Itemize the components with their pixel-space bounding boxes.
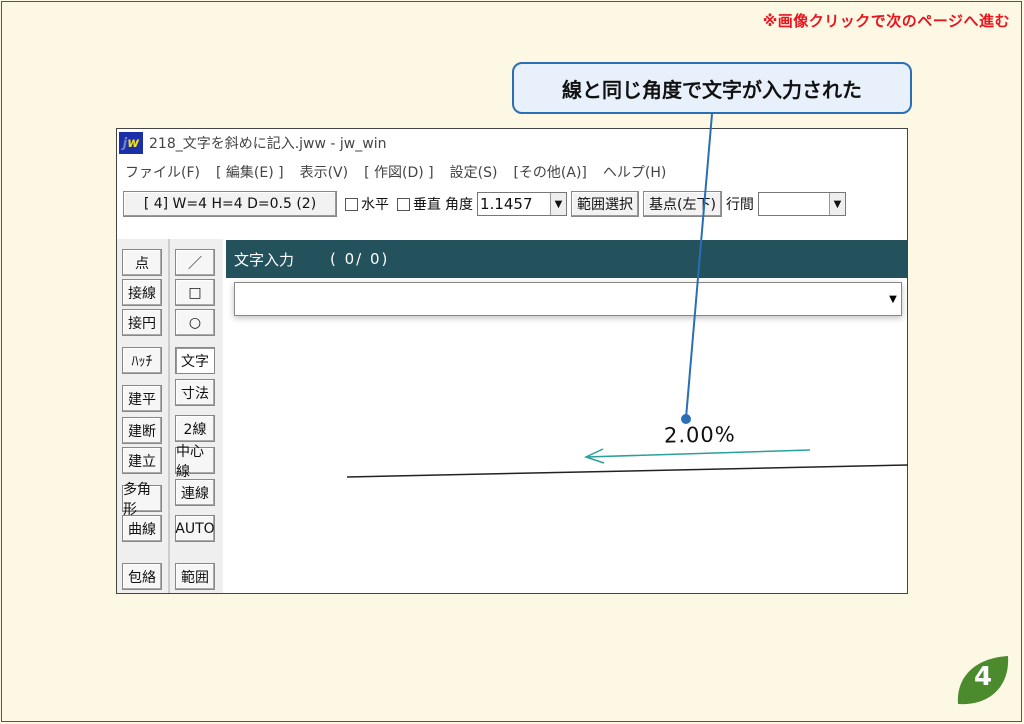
chevron-down-icon[interactable]: ▼ <box>550 193 566 215</box>
next-page-notice[interactable]: ※画像クリックで次のページへ進む <box>763 10 1010 31</box>
chevron-down-icon[interactable]: ▼ <box>828 193 845 215</box>
jw-app-icon: jw <box>119 132 143 154</box>
angle-label: 角度 <box>445 197 473 213</box>
tool-double-line[interactable]: 2線 <box>175 415 215 442</box>
line-spacing-label: 行間 <box>725 197 754 213</box>
tool-continuous-line[interactable]: 連線 <box>175 479 215 506</box>
tool-text[interactable]: 文字 <box>175 347 215 374</box>
menu-draw[interactable]: [ 作図(D) ] <box>364 162 434 182</box>
vertical-checkbox[interactable] <box>397 197 410 211</box>
tool-center-line[interactable]: 中心線 <box>175 444 215 480</box>
tool-hatch[interactable]: ﾊｯﾁ <box>122 347 162 374</box>
tool-dimension[interactable]: 寸法 <box>175 379 215 406</box>
text-input-count: ( 0/ 0) <box>330 250 390 268</box>
text-size-button[interactable]: [ 4] W=4 H=4 D=0.5 (2) <box>123 191 337 217</box>
page-number-badge: 4 <box>952 652 1012 708</box>
tool-curve[interactable]: 曲線 <box>122 515 162 542</box>
tool-auto[interactable]: AUTO <box>175 515 215 542</box>
horizontal-checkbox[interactable] <box>345 197 358 211</box>
menu-settings[interactable]: 設定(S) <box>450 162 498 182</box>
explanation-callout: 線と同じ角度で文字が入力された <box>512 62 912 114</box>
text-input-header: 文字入力 ( 0/ 0) <box>226 240 908 278</box>
vertical-label: 垂直 <box>413 197 441 213</box>
horizontal-label: 水平 <box>361 197 389 213</box>
text-toolbar: [ 4] W=4 H=4 D=0.5 (2) 水平 垂直 角度 1.1457 ▼… <box>117 189 907 219</box>
base-point-button[interactable]: 基点(左下) <box>643 191 722 217</box>
line-spacing-combo[interactable]: ▼ <box>757 192 846 216</box>
tool-range[interactable]: 範囲 <box>175 563 215 590</box>
text-input-field[interactable]: ▼ <box>234 282 902 316</box>
tool-section[interactable]: 建断 <box>122 417 162 444</box>
text-input-panel: 文字入力 ( 0/ 0) ▼ <box>116 240 908 320</box>
tool-envelope[interactable]: 包絡 <box>122 563 162 590</box>
angle-combo[interactable]: 1.1457 ▼ <box>477 192 567 216</box>
page-number: 4 <box>974 662 993 692</box>
menu-other[interactable]: [その他(A)] <box>513 162 586 182</box>
range-select-button[interactable]: 範囲選択 <box>571 191 639 217</box>
chevron-down-icon[interactable]: ▼ <box>885 284 901 314</box>
menu-edit[interactable]: [ 編集(E) ] <box>216 162 284 182</box>
menu-help[interactable]: ヘルプ(H) <box>603 162 666 182</box>
menu-file[interactable]: ファイル(F) <box>125 162 200 182</box>
tool-elevation[interactable]: 建立 <box>122 447 162 474</box>
jw-cad-window: jw 218_文字を斜めに記入.jww - jw_win ファイル(F) [ 編… <box>116 128 908 594</box>
drawn-slope-text: 2.00% <box>663 422 736 448</box>
tool-plan[interactable]: 建平 <box>122 385 162 412</box>
text-input-title: 文字入力 <box>234 250 295 269</box>
window-title: 218_文字を斜めに記入.jww - jw_win <box>149 136 387 152</box>
tool-polygon[interactable]: 多角形 <box>122 482 162 518</box>
menu-bar: ファイル(F) [ 編集(E) ] 表示(V) [ 作図(D) ] 設定(S) … <box>117 159 682 185</box>
angle-value[interactable]: 1.1457 <box>478 195 550 213</box>
title-bar: jw 218_文字を斜めに記入.jww - jw_win <box>117 129 907 157</box>
menu-view[interactable]: 表示(V) <box>300 162 349 182</box>
